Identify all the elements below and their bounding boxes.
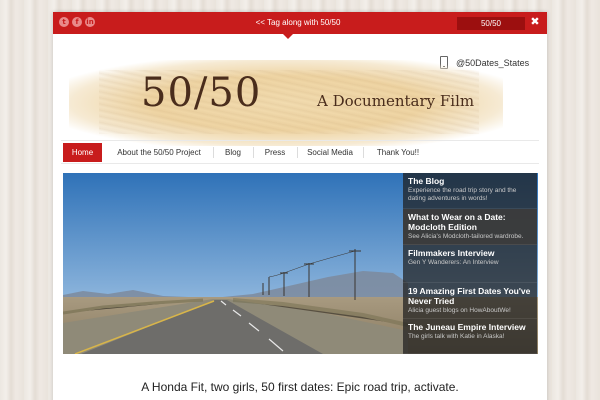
social-icons: t f in [59,17,95,27]
nav-item-home[interactable]: Home [63,143,102,162]
nav-item-thank-you[interactable]: Thank You!! [369,143,427,162]
site-tagline: A Honda Fit, two girls, 50 first dates: … [141,380,459,394]
slide-title: The Juneau Empire Interview [408,322,526,332]
nav-item-press[interactable]: Press [258,143,292,162]
slider-captions: The Blog Experience the road trip story … [403,173,537,354]
nav-divider [253,147,254,158]
slide-title: 19 Amazing First Dates You've Never Trie… [408,286,531,306]
slide-item[interactable]: The Juneau Empire Interview The girls ta… [403,319,537,354]
search-input[interactable]: 50/50 [457,17,525,30]
main-nav: Home About the 50/50 Project Blog Press … [61,140,539,164]
banner-title: 50/50 [141,70,262,116]
featured-slider: The Blog Experience the road trip story … [63,173,538,354]
nav-divider [297,147,298,158]
facebook-icon[interactable]: f [72,17,82,27]
banner-subtitle: A Documentary Film [317,92,475,110]
slide-title: Filmmakers Interview [408,248,495,258]
slide-title: What to Wear on a Date: Modcloth Edition [408,212,506,232]
nav-divider [213,147,214,158]
slide-item[interactable]: 19 Amazing First Dates You've Never Trie… [403,283,537,319]
twitter-icon[interactable]: t [59,17,69,27]
slide-item-active[interactable]: What to Wear on a Date: Modcloth Edition… [403,209,537,245]
linkedin-icon[interactable]: in [85,17,95,27]
page-container: t f in << Tag along with 50/50 50/50 ✖ @… [53,12,547,400]
slide-desc: Alicia guest blogs on HowAboutWe! [408,307,511,314]
slide-desc: Gen Y Wanderers: An Interview [408,259,499,266]
site-banner[interactable]: 50/50 A Documentary Film [69,60,503,146]
slide-title: The Blog [408,176,445,186]
top-bar: t f in << Tag along with 50/50 50/50 ✖ [53,12,547,34]
nav-item-social-media[interactable]: Social Media [302,143,358,162]
tag-along-link[interactable]: << Tag along with 50/50 [253,12,343,34]
close-icon[interactable]: ✖ [529,15,541,29]
slide-desc: Experience the road trip story and the d… [408,187,517,202]
tag-arrow [283,34,293,39]
nav-item-about[interactable]: About the 50/50 Project [109,143,209,162]
nav-item-blog[interactable]: Blog [218,143,248,162]
slide-desc: See Alicia's Modcloth-tailored wardrobe. [408,233,524,240]
nav-divider [363,147,364,158]
slide-item[interactable]: The Blog Experience the road trip story … [403,173,537,209]
slide-item[interactable]: Filmmakers Interview Gen Y Wanderers: An… [403,245,537,283]
slide-desc: The girls talk with Katie in Alaska! [408,333,505,340]
